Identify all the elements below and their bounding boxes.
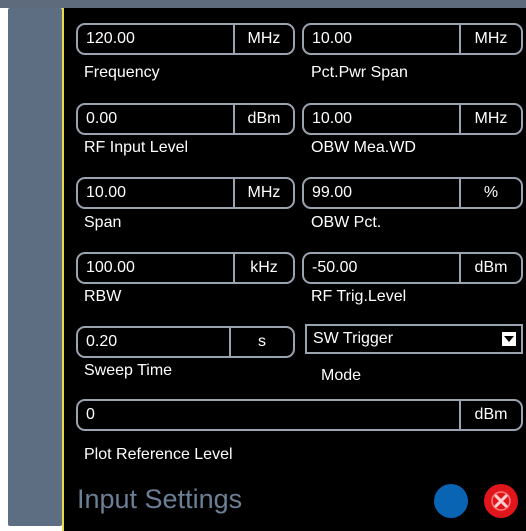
pct-pwr-span-field[interactable]: 10.00 MHz: [302, 23, 523, 55]
frequency-unit[interactable]: MHz: [233, 25, 293, 53]
close-button[interactable]: [484, 484, 518, 518]
obw-pct-unit[interactable]: %: [459, 179, 521, 207]
rf-input-level-unit[interactable]: dBm: [233, 105, 293, 133]
rbw-label: RBW: [84, 288, 122, 305]
sweep-time-value[interactable]: 0.20: [78, 328, 229, 356]
pct-pwr-span-value[interactable]: 10.00: [304, 25, 459, 53]
span-unit[interactable]: MHz: [233, 179, 293, 207]
span-value[interactable]: 10.00: [78, 179, 233, 207]
span-field[interactable]: 10.00 MHz: [76, 177, 295, 209]
mode-selected-value[interactable]: SW Trigger: [307, 330, 502, 348]
span-label: Span: [84, 214, 122, 231]
sweep-time-label: Sweep Time: [84, 362, 173, 379]
sweep-time-unit[interactable]: s: [229, 328, 293, 356]
obw-mea-wd-label: OBW Mea.WD: [311, 139, 416, 156]
plot-reference-level-unit[interactable]: dBm: [459, 401, 521, 429]
rbw-value[interactable]: 100.00: [78, 254, 233, 282]
rf-trig-level-unit[interactable]: dBm: [459, 254, 521, 282]
frequency-field[interactable]: 120.00 MHz: [76, 23, 295, 55]
plot-reference-level-value[interactable]: 0: [78, 401, 459, 429]
frequency-label: Frequency: [84, 64, 160, 81]
rf-input-level-label: RF Input Level: [84, 139, 189, 156]
close-icon: [491, 491, 511, 511]
mode-label: Mode: [321, 367, 362, 384]
mode-select[interactable]: SW Trigger: [305, 324, 523, 354]
sweep-time-field[interactable]: 0.20 s: [76, 326, 295, 358]
obw-mea-wd-field[interactable]: 10.00 MHz: [302, 103, 523, 135]
rf-trig-level-label: RF Trig.Level: [311, 288, 407, 305]
rf-input-level-field[interactable]: 0.00 dBm: [76, 103, 295, 135]
rf-input-level-value[interactable]: 0.00: [78, 105, 233, 133]
plot-reference-level-field[interactable]: 0 dBm: [76, 399, 523, 431]
frequency-value[interactable]: 120.00: [78, 25, 233, 53]
window-top-strip: [0, 0, 526, 8]
obw-pct-label: OBW Pct.: [311, 214, 382, 231]
rf-trig-level-value[interactable]: -50.00: [304, 254, 459, 282]
pct-pwr-span-unit[interactable]: MHz: [459, 25, 521, 53]
plot-reference-level-label: Plot Reference Level: [84, 446, 233, 463]
side-panel: [8, 8, 62, 526]
rbw-unit[interactable]: kHz: [233, 254, 293, 282]
blue-action-button[interactable]: [434, 484, 468, 518]
chevron-down-icon[interactable]: [502, 332, 516, 346]
obw-pct-field[interactable]: 99.00 %: [302, 177, 523, 209]
pct-pwr-span-label: Pct.Pwr Span: [311, 64, 408, 81]
obw-mea-wd-unit[interactable]: MHz: [459, 105, 521, 133]
panel-title: Input Settings: [77, 484, 243, 514]
obw-mea-wd-value[interactable]: 10.00: [304, 105, 459, 133]
obw-pct-value[interactable]: 99.00: [304, 179, 459, 207]
rbw-field[interactable]: 100.00 kHz: [76, 252, 295, 284]
rf-trig-level-field[interactable]: -50.00 dBm: [302, 252, 523, 284]
